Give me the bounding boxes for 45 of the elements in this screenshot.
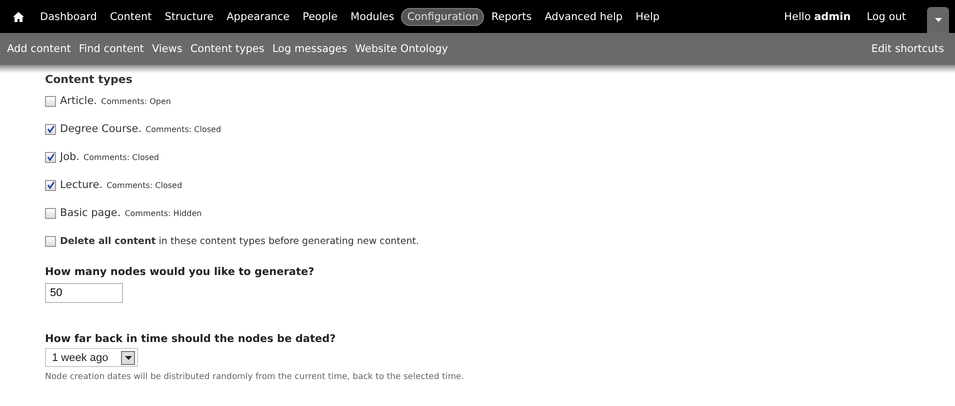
- checkbox[interactable]: [45, 96, 56, 106]
- shortcut-link[interactable]: Find content: [76, 43, 147, 55]
- shortcut-link[interactable]: Add content: [4, 43, 74, 55]
- toolbar-menu-item[interactable]: Modules: [344, 8, 400, 26]
- checkbox[interactable]: [45, 180, 56, 190]
- content-type-label: Job.: [60, 151, 80, 163]
- toolbar-menu-item[interactable]: Reports: [485, 8, 538, 26]
- nodes-count-input[interactable]: 50: [45, 283, 123, 303]
- edit-shortcuts-link[interactable]: Edit shortcuts: [868, 43, 947, 55]
- comments-status: Comments: Closed: [146, 124, 222, 134]
- comments-status: Comments: Open: [101, 96, 171, 106]
- toolbar-menu-item[interactable]: People: [296, 8, 344, 26]
- section-title: Content types: [45, 73, 134, 86]
- caret-icon: [934, 18, 942, 22]
- field-label: How many nodes would you like to generate?: [45, 266, 316, 278]
- logout-link[interactable]: Log out: [860, 8, 912, 26]
- greeting-text: Hello admin: [784, 10, 851, 22]
- toolbar-menu-item[interactable]: Help: [630, 8, 666, 26]
- home-icon[interactable]: [13, 12, 24, 22]
- toolbar-menu-item[interactable]: Configuration: [401, 8, 484, 26]
- checkbox[interactable]: [45, 152, 56, 162]
- content-type-label: Degree Course.: [60, 123, 142, 135]
- comments-status: Comments: Hidden: [124, 208, 202, 218]
- checkbox-label: Delete all content in these content types before generating new content.: [60, 236, 419, 246]
- toolbar-menu-item[interactable]: Appearance: [220, 8, 296, 26]
- comments-status: Comments: Closed: [106, 180, 182, 190]
- shortcut-link[interactable]: Content types: [187, 43, 268, 55]
- toolbar-menu-item[interactable]: Content: [104, 8, 158, 26]
- toolbar-menu-item[interactable]: Advanced help: [538, 8, 629, 26]
- age-select[interactable]: 1 week ago: [45, 348, 138, 367]
- field-description: Node creation dates will be distributed randomly from the current time, back to the selected time.: [45, 372, 465, 382]
- shortcuts-toggle-button[interactable]: [927, 7, 949, 33]
- checkbox[interactable]: [45, 208, 56, 218]
- comments-status: Comments: Closed: [84, 152, 160, 162]
- checkbox[interactable]: [45, 236, 56, 246]
- toolbar-menu-item[interactable]: Structure: [158, 8, 220, 26]
- content-type-label: Article.: [60, 95, 98, 107]
- shortcut-link[interactable]: Views: [148, 43, 186, 55]
- shortcut-link[interactable]: Log messages: [269, 43, 350, 55]
- toolbar-menu-item[interactable]: Dashboard: [34, 8, 103, 26]
- content-type-label: Basic page.: [60, 207, 121, 219]
- field-label: How far back in time should the nodes be dated?: [45, 333, 337, 345]
- content-type-label: Lecture.: [60, 179, 103, 191]
- checkbox[interactable]: [45, 124, 56, 134]
- shortcut-link[interactable]: Website Ontology: [352, 43, 451, 55]
